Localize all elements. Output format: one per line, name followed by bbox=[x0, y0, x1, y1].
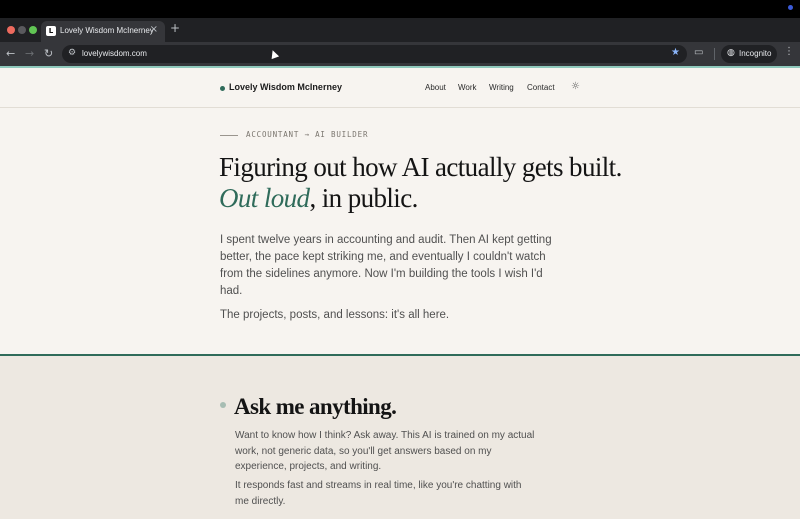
theme-toggle-sun-icon[interactable]: ☼ bbox=[571, 81, 580, 92]
address-bar[interactable]: ⚙ lovelywisdom.com ★ bbox=[62, 45, 687, 63]
nav-about-link[interactable]: About bbox=[425, 83, 446, 92]
toolbar-divider bbox=[714, 48, 715, 60]
eyebrow-rule bbox=[220, 135, 238, 136]
hero-title: Figuring out how AI actually gets built.… bbox=[219, 152, 622, 214]
web-page: Lovely Wisdom McInerney About Work Writi… bbox=[0, 68, 800, 519]
site-header: Lovely Wisdom McInerney About Work Writi… bbox=[0, 68, 800, 108]
brand-dot-icon bbox=[220, 86, 225, 91]
incognito-icon: ◍ bbox=[727, 48, 735, 58]
top-strip bbox=[0, 0, 800, 18]
site-favicon-icon: L bbox=[46, 26, 56, 36]
ask-description: Want to know how I think? Ask away. This… bbox=[235, 430, 535, 472]
hero-title-line2: , in public. bbox=[309, 183, 418, 213]
status-dot-icon bbox=[788, 5, 793, 10]
site-settings-icon[interactable]: ⚙ bbox=[68, 48, 76, 58]
browser-toolbar: ← → ↻ ⚙ lovelywisdom.com ★ ▭ ◍ Incognito… bbox=[0, 42, 800, 66]
site-brand-link[interactable]: Lovely Wisdom McInerney bbox=[229, 82, 342, 92]
hero-title-line1: Figuring out how AI actually gets built. bbox=[219, 152, 622, 182]
browser-tab[interactable]: L Lovely Wisdom McInerney × bbox=[41, 21, 165, 42]
browser-tabbar: L Lovely Wisdom McInerney × + bbox=[0, 18, 800, 42]
more-menu-icon[interactable]: ⋮ bbox=[784, 46, 794, 57]
incognito-badge[interactable]: ◍ Incognito bbox=[721, 45, 777, 63]
ask-description-secondary: It responds fast and streams in real tim… bbox=[235, 480, 522, 507]
url-text[interactable]: lovelywisdom.com bbox=[82, 49, 147, 58]
tab-close-icon[interactable]: × bbox=[150, 24, 158, 35]
hero-intro: I spent twelve years in accounting and a… bbox=[220, 234, 552, 297]
close-window-button[interactable] bbox=[7, 26, 15, 34]
forward-button[interactable]: → bbox=[25, 47, 34, 60]
bookmark-star-icon[interactable]: ★ bbox=[671, 47, 680, 58]
hero-title-accent: Out loud bbox=[219, 183, 310, 213]
cast-icon[interactable]: ▭ bbox=[694, 47, 703, 58]
ask-title: Ask me anything. bbox=[234, 394, 397, 419]
ask-section: Ask me anything. Want to know how I thin… bbox=[0, 356, 800, 519]
tab-title: Lovely Wisdom McInerney bbox=[60, 26, 154, 35]
nav-work-link[interactable]: Work bbox=[458, 83, 477, 92]
hero-eyebrow: ACCOUNTANT → AI BUILDER bbox=[246, 130, 369, 139]
reload-button[interactable]: ↻ bbox=[44, 47, 53, 60]
new-tab-button[interactable]: + bbox=[170, 21, 180, 35]
maximize-window-button[interactable] bbox=[29, 26, 37, 34]
minimize-window-button[interactable] bbox=[18, 26, 26, 34]
nav-contact-link[interactable]: Contact bbox=[527, 83, 555, 92]
hero-intro-secondary: The projects, posts, and lessons: it's a… bbox=[220, 309, 450, 321]
incognito-label: Incognito bbox=[739, 49, 772, 58]
nav-writing-link[interactable]: Writing bbox=[489, 83, 514, 92]
back-button[interactable]: ← bbox=[6, 47, 15, 60]
ask-status-dot-icon bbox=[220, 402, 226, 408]
